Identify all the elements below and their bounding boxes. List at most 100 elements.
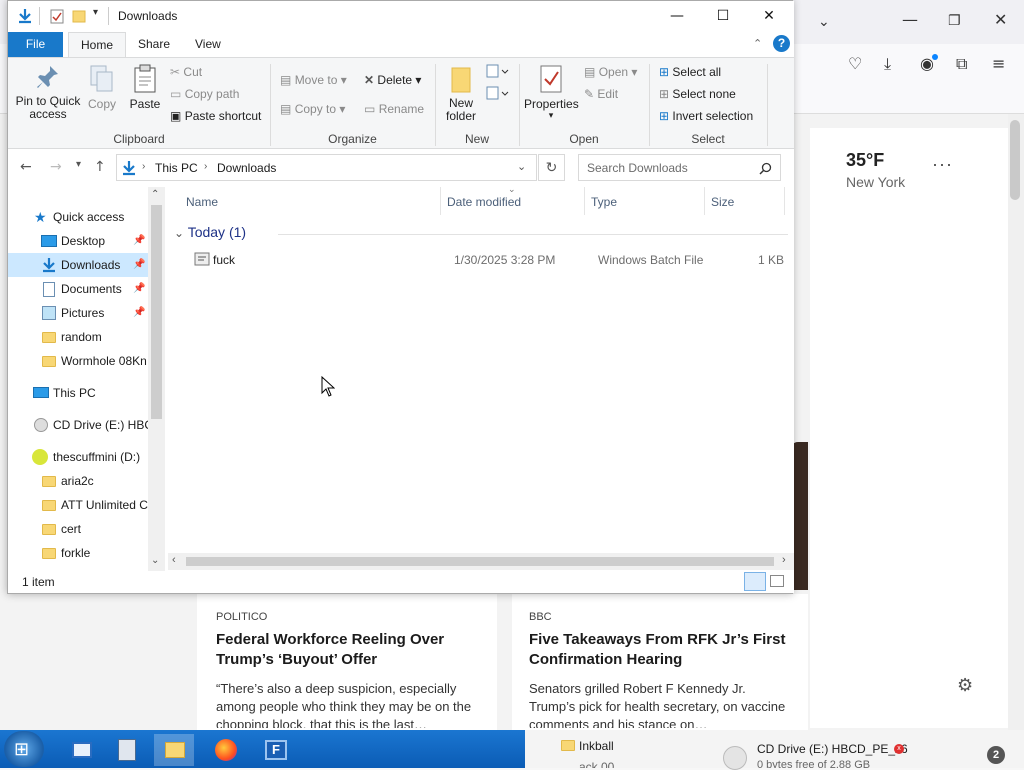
copy-path-button[interactable]: ▭ Copy path [170,87,239,101]
taskbar-firefox[interactable] [205,734,245,766]
scroll-right-icon[interactable]: › [782,554,786,566]
nav-thescuffmini[interactable]: thescuffmini (D:) [8,445,148,469]
nav-pictures[interactable]: Pictures 📌 [8,301,148,325]
nav-quick-access[interactable]: ★ Quick access [8,205,148,229]
search-input[interactable]: Search Downloads [578,154,781,181]
tab-file[interactable]: File [8,32,63,57]
nav-scrollbar[interactable]: ⌃ ⌄ [148,187,165,571]
open-button[interactable]: ▤ Open ▾ [584,65,637,79]
taskbar-explorer[interactable] [154,734,194,766]
news-headline[interactable]: Federal Workforce Reeling Over Trump’s ‘… [216,630,486,670]
edit-button[interactable]: ✎ Edit [584,87,618,101]
breadcrumb-downloads[interactable]: Downloads [217,161,276,175]
column-date-modified[interactable]: Date modified [447,195,521,209]
pocket-icon[interactable]: ♡ [848,56,862,72]
taskbar-app[interactable] [108,734,148,766]
copy-label: Copy [87,97,116,111]
scroll-left-icon[interactable]: ‹ [172,554,176,566]
address-bar[interactable]: › This PC › Downloads ⌄ [116,154,537,181]
easy-access-button[interactable] [486,86,510,105]
start-button[interactable]: ⊞ [4,731,44,767]
settings-gear-icon[interactable]: ⚙ [957,677,973,695]
paste-button[interactable]: Paste [126,64,164,111]
rename-button[interactable]: ▭ Rename [364,102,424,116]
taskbar-item-label[interactable]: Inkball [579,739,614,753]
large-icons-view-icon[interactable] [770,575,784,587]
extensions-icon[interactable]: ⧉ [956,56,967,72]
properties-check-icon[interactable] [50,9,64,24]
cut-button[interactable]: ✂ Cut [170,65,202,79]
nav-att[interactable]: ATT Unlimited C [8,493,148,517]
taskbar-app[interactable] [62,734,102,766]
nav-cd-drive[interactable]: CD Drive (E:) HBC [8,413,148,437]
nav-documents[interactable]: Documents 📌 [8,277,148,301]
scroll-up-icon[interactable]: ⌃ [151,189,159,200]
tab-view[interactable]: View [183,32,233,57]
quick-access-dropdown-icon[interactable]: ▾ [93,7,98,18]
nav-forkle[interactable]: forkle [8,541,148,565]
address-dropdown-icon[interactable]: ⌄ [517,160,526,173]
maximize-button[interactable]: ☐ [700,1,746,32]
nav-wormhole[interactable]: Wormhole 08Kn [8,349,148,373]
paste-shortcut-button[interactable]: ▣ Paste shortcut [170,109,261,123]
column-size[interactable]: Size [711,195,734,209]
copy-button[interactable]: Copy [86,64,118,111]
nav-label: Quick access [53,210,125,224]
file-row[interactable]: fuck 1/30/2025 3:28 PM Windows Batch Fil… [184,249,788,271]
column-name[interactable]: Name [186,195,218,209]
close-icon[interactable]: ✕ [994,12,1007,28]
back-arrow-icon[interactable]: ← [20,159,32,175]
menu-icon[interactable]: ≡ [992,56,1005,72]
browser-scroll-thumb[interactable] [1010,120,1020,200]
refresh-button[interactable]: ↻ [538,154,565,181]
close-button[interactable]: ✕ [746,1,792,32]
select-all-button[interactable]: ⊞ Select all [659,65,721,79]
properties-button[interactable]: Properties ▾ [524,64,579,120]
details-view-icon[interactable] [744,572,766,591]
pin-quick-access-button[interactable]: Pin to Quick access [14,64,82,121]
nav-label: Wormhole 08Kn [61,354,147,368]
weather-card[interactable] [810,128,1008,728]
restore-icon[interactable]: ❐ [948,13,961,29]
more-options-icon[interactable]: ··· [932,154,953,175]
move-to-button[interactable]: ▤ Move to ▾ [280,73,347,87]
delete-button[interactable]: ✕ Delete ▾ [364,73,421,87]
nav-aria2c[interactable]: aria2c [8,469,148,493]
nav-cert[interactable]: cert [8,517,148,541]
nav-random[interactable]: random [8,325,148,349]
minimize-button[interactable]: — [654,1,700,32]
new-folder-button[interactable]: New folder [441,64,481,123]
nav-desktop[interactable]: Desktop 📌 [8,229,148,253]
chevron-down-icon[interactable]: ⌄ [818,14,830,30]
drive-notice[interactable]: CD Drive (E:) HBCD_PE_x6 [757,742,908,756]
forward-arrow-icon[interactable]: → [50,159,62,175]
title-bar[interactable]: ▾ Downloads — ☐ ✕ [8,1,794,32]
news-headline[interactable]: Five Takeaways From RFK Jr’s First Confi… [529,630,789,670]
taskbar-app[interactable]: F [256,734,296,766]
folder-icon [561,740,575,751]
new-folder-icon[interactable] [72,9,86,23]
column-type[interactable]: Type [591,195,617,209]
nav-scroll-thumb[interactable] [151,205,162,419]
up-arrow-icon[interactable]: ↑ [94,159,106,175]
notification-count-badge[interactable]: 2 [987,746,1005,764]
breadcrumb-this-pc[interactable]: This PC [155,161,198,175]
download-icon[interactable]: ⤓ [884,56,891,72]
browser-scrollbar[interactable] [1008,114,1024,730]
recent-locations-icon[interactable]: ▾ [76,159,81,170]
help-icon[interactable]: ? [773,35,790,52]
minimize-icon[interactable]: — [902,12,918,28]
nav-downloads[interactable]: Downloads 📌 [8,253,148,277]
copy-to-button[interactable]: ▤ Copy to ▾ [280,102,345,116]
tab-share[interactable]: Share [126,32,182,57]
taskbar-item-label[interactable]: ack 00 [579,760,614,768]
group-header-today[interactable]: ⌄ Today (1) [174,224,246,240]
scroll-down-icon[interactable]: ⌄ [151,555,159,566]
invert-selection-button[interactable]: ⊞ Invert selection [659,109,753,123]
tab-home[interactable]: Home [68,32,127,57]
collapse-ribbon-icon[interactable]: ⌃ [753,37,762,50]
new-item-button[interactable] [486,64,510,83]
horizontal-scroll-thumb[interactable] [186,557,774,566]
select-none-button[interactable]: ⊞ Select none [659,87,736,101]
nav-this-pc[interactable]: This PC [8,381,148,405]
